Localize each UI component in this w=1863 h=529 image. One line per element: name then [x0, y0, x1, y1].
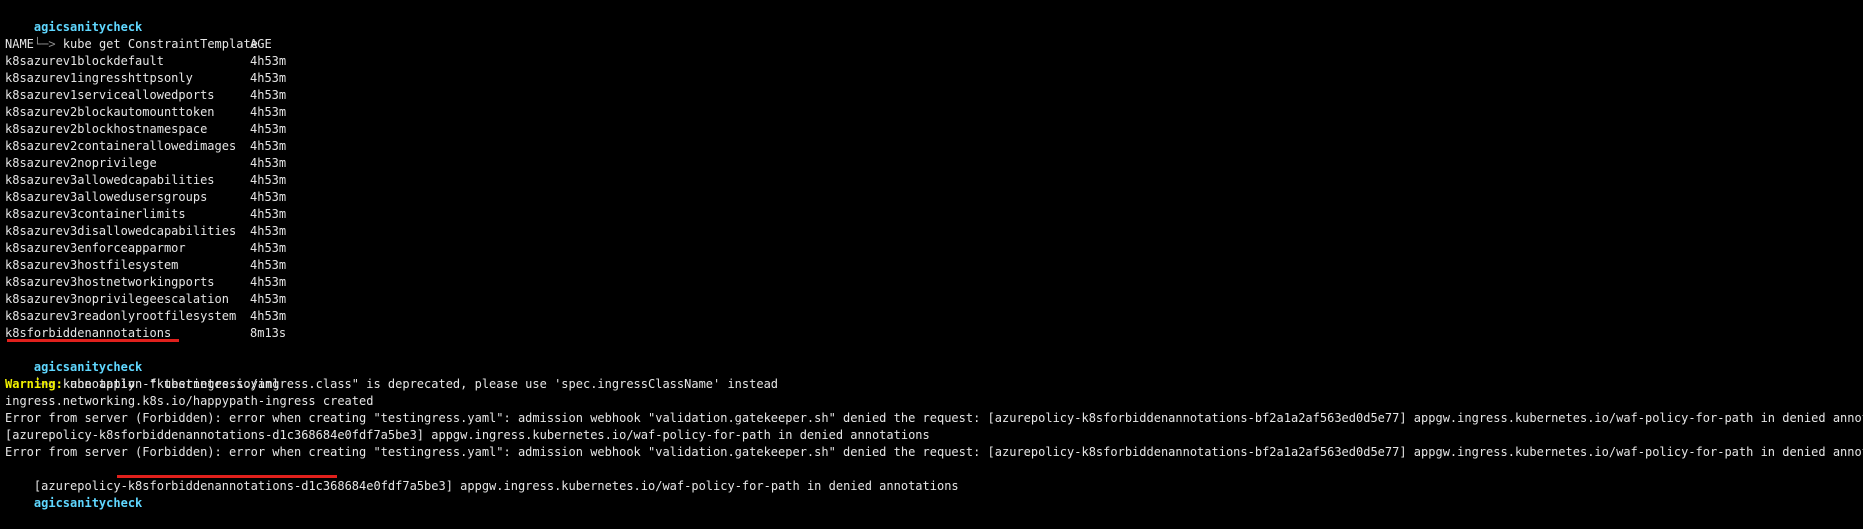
row-name: k8sazurev1blockdefault: [5, 54, 164, 68]
row-name: k8sazurev3hostnetworkingports: [5, 275, 215, 289]
warning-line: Warning: annotation "kubernetes.io/ingre…: [5, 376, 1863, 393]
table-row: k8sazurev1ingresshttpsonly 4h53m: [5, 70, 1863, 87]
row-name: k8sazurev2blockhostnamespace: [5, 122, 208, 136]
error-line: Error from server (Forbidden): error whe…: [5, 411, 1863, 425]
table-row: k8sazurev1blockdefault 4h53m: [5, 53, 1863, 70]
row-age: 4h53m: [250, 122, 287, 136]
error-line: [azurepolicy-k8sforbiddenannotations-d1c…: [5, 428, 930, 442]
warning-label: Warning:: [5, 377, 63, 391]
table-body: k8sazurev1blockdefault 4h53m k8sazurev1ing…: [5, 53, 1863, 342]
prompt-line: agicsanitycheck: [5, 2, 1863, 34]
table-row: k8sazurev3hostnetworkingports 4h53m: [5, 274, 1863, 291]
row-name: k8sazurev3allowedcapabilities: [5, 173, 215, 187]
table-row: k8sazurev3enforceapparmor 4h53m: [5, 240, 1863, 257]
row-age: 4h53m: [250, 258, 287, 272]
row-age: 4h53m: [250, 292, 287, 306]
terminal-window[interactable]: agicsanitycheck └─> kube get ConstraintT…: [0, 0, 1863, 510]
table-row: k8sazurev3readonlyrootfilesystem 4h53m: [5, 308, 1863, 325]
prompt-line: agicsanitycheck: [5, 339, 1863, 374]
row-age: 4h53m: [250, 309, 287, 323]
command-line: └─> kube get ConstraintTemplate: [5, 19, 1863, 51]
row-age: 4h53m: [250, 207, 287, 221]
table-row: k8sazurev2noprivilege 4h53m: [5, 155, 1863, 172]
output-line: ingress.networking.k8s.io/happypath-ingr…: [5, 394, 374, 408]
row-age: 4h53m: [250, 241, 287, 255]
row-age: 4h53m: [250, 88, 287, 102]
row-name: k8sazurev3containerlimits: [5, 207, 186, 221]
prompt-line: agicsanitycheck: [5, 478, 1863, 510]
command-line: └─> kube apply -f testingress.yaml: [5, 359, 1863, 391]
column-header-age: AGE: [250, 37, 272, 51]
row-age: 4h53m: [250, 54, 287, 68]
table-row: k8sazurev3disallowedcapabilities 4h53m: [5, 223, 1863, 240]
error-line: Error from server (Forbidden): error whe…: [5, 445, 1863, 459]
table-header: NAME AGE: [5, 36, 1863, 53]
row-age: 4h53m: [250, 156, 287, 170]
row-name: k8sazurev3allowedusersgroups: [5, 190, 208, 204]
row-name: k8sazurev3hostfilesystem: [5, 258, 179, 272]
row-age: 4h53m: [250, 190, 287, 204]
row-age: 4h53m: [250, 275, 287, 289]
row-age: 4h53m: [250, 139, 287, 153]
row-age: 8m13s: [250, 326, 287, 340]
row-age: 4h53m: [250, 71, 287, 85]
warning-text: annotation "kubernetes.io/ingress.class"…: [62, 377, 779, 391]
table-row: k8sazurev3noprivilegeescalation 4h53m: [5, 291, 1863, 308]
row-age: 4h53m: [250, 224, 287, 238]
annotation-underline: [7, 339, 179, 342]
table-row: k8sazurev3containerlimits 4h53m: [5, 206, 1863, 223]
row-name: k8sazurev1ingresshttpsonly: [5, 71, 193, 85]
row-name: k8sazurev1serviceallowedports: [5, 88, 215, 102]
column-header-name: NAME: [5, 37, 34, 51]
row-name: k8sazurev3disallowedcapabilities: [5, 224, 237, 238]
table-row: k8sazurev2blockautomounttoken 4h53m: [5, 104, 1863, 121]
table-row: k8sazurev3allowedcapabilities 4h53m: [5, 172, 1863, 189]
table-row: k8sazurev1serviceallowedports 4h53m: [5, 87, 1863, 104]
row-name: k8sazurev2noprivilege: [5, 156, 157, 170]
prompt-host: agicsanitycheck: [33, 496, 143, 510]
row-name: k8sazurev3enforceapparmor: [5, 241, 186, 255]
row-name: k8sazurev3noprivilegeescalation: [5, 292, 229, 306]
row-name: k8sazurev3readonlyrootfilesystem: [5, 309, 237, 323]
row-age: 4h53m: [250, 173, 287, 187]
table-row: k8sazurev3hostfilesystem 4h53m: [5, 257, 1863, 274]
table-row: k8sazurev2blockhostnamespace 4h53m: [5, 121, 1863, 138]
row-name: k8sazurev2blockautomounttoken: [5, 105, 215, 119]
table-row: k8sforbiddenannotations 8m13s: [5, 325, 1863, 342]
table-row: k8sazurev3allowedusersgroups 4h53m: [5, 189, 1863, 206]
table-row: k8sazurev2containerallowedimages 4h53m: [5, 138, 1863, 155]
error-line: [azurepolicy-k8sforbiddenannotations-d1c…: [5, 461, 1863, 493]
row-name: k8sazurev2containerallowedimages: [5, 139, 237, 153]
row-age: 4h53m: [250, 105, 287, 119]
